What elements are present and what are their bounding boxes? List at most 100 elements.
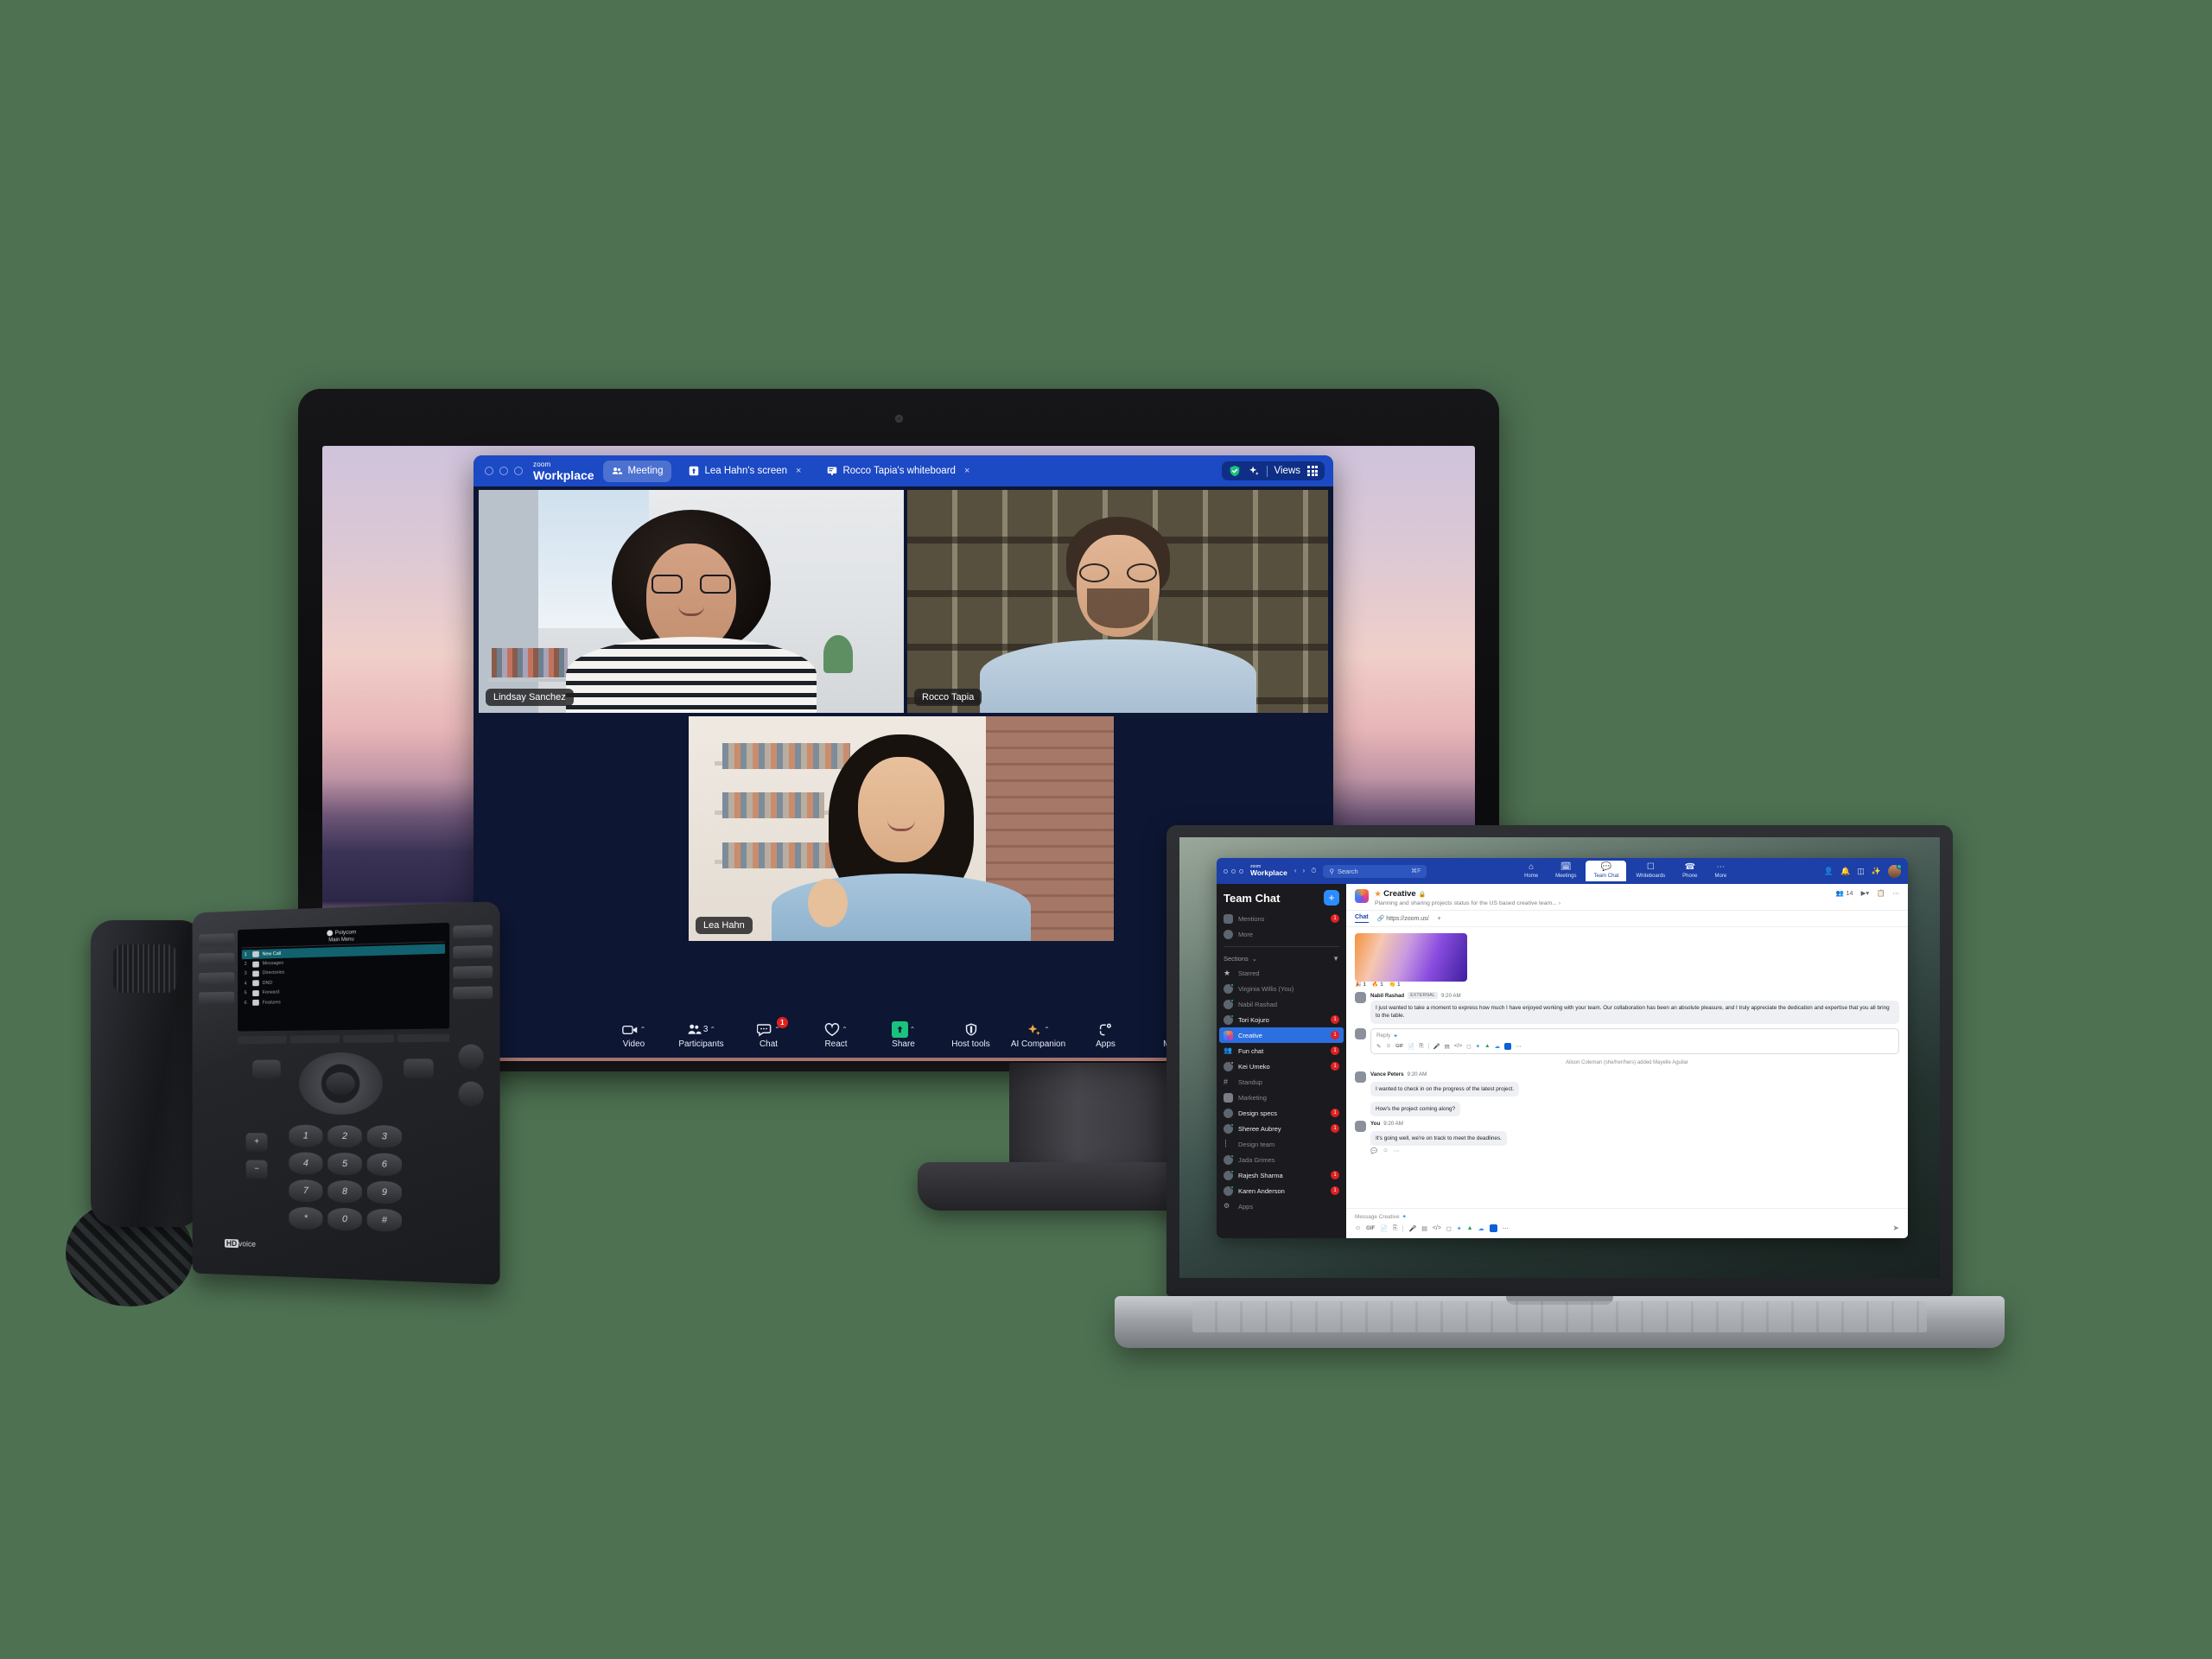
menu-item-team-chat[interactable]: 💬 Team Chat xyxy=(1586,861,1627,881)
toolbar-host-tools-button[interactable]: Host tools xyxy=(938,1021,1005,1049)
menu-item-whiteboards[interactable]: ☐ Whiteboards xyxy=(1628,861,1673,881)
more-dots-icon[interactable]: ⋯ xyxy=(1503,1225,1509,1232)
sidebar-item-design-team[interactable]: ┆ Design team xyxy=(1217,1136,1346,1152)
key-8[interactable]: 8 xyxy=(327,1179,362,1204)
nav-arrows[interactable]: ‹ › ⏱ xyxy=(1294,867,1317,875)
meeting-tab-shared-screen[interactable]: Lea Hahn's screen × xyxy=(680,461,810,481)
phone-right-buttons[interactable] xyxy=(458,1044,484,1118)
sidebar-sections-header[interactable]: Sections ⌄ ▼ xyxy=(1217,951,1346,965)
sidebar-item-sheree-aubrey[interactable]: Sheree Aubrey 1 xyxy=(1217,1121,1346,1136)
meeting-tab-meeting[interactable]: Meeting xyxy=(602,460,672,482)
chevron-down-icon[interactable]: ⌄ xyxy=(1252,955,1257,963)
key-6[interactable]: 6 xyxy=(366,1153,402,1177)
sidebar-item-fun-chat[interactable]: 👥 Fun chat 1 xyxy=(1217,1043,1346,1058)
phone-back-button[interactable] xyxy=(252,1059,281,1079)
speaker-button[interactable] xyxy=(458,1081,484,1107)
video-message-icon[interactable]: ▤ xyxy=(1421,1225,1427,1232)
volume-up-button[interactable]: + xyxy=(245,1133,268,1152)
dropbox-icon[interactable]: ☁ xyxy=(1495,1043,1501,1050)
expand-description-icon[interactable]: › xyxy=(1559,900,1560,906)
message-reactions[interactable]: 🎉 1 🔥 1 👏 1 xyxy=(1355,982,1899,988)
phone-keypad[interactable]: 1 2 3 4 5 6 7 8 9 * 0 # xyxy=(289,1124,402,1232)
share-screen-icon[interactable]: ◻ xyxy=(1446,1225,1452,1232)
audio-icon[interactable]: 🎤 xyxy=(1433,1043,1440,1050)
clipboard-icon[interactable]: 📋 xyxy=(1877,889,1885,897)
transfer-button[interactable] xyxy=(458,1044,484,1070)
filter-icon[interactable]: ▼ xyxy=(1332,955,1339,963)
tab-link[interactable]: 🔗 https://zoom.us/ xyxy=(1377,915,1429,922)
message-vance-peters[interactable]: Vance Peters 9:20 AM I wanted to check i… xyxy=(1355,1071,1899,1117)
audio-icon[interactable]: 🎤 xyxy=(1408,1225,1416,1232)
phone-volume-buttons[interactable]: + − xyxy=(245,1133,268,1187)
sidebar-item-virginia-willis[interactable]: Virginia Willis (You) xyxy=(1217,981,1346,996)
google-drive-icon[interactable]: ▲ xyxy=(1467,1225,1473,1231)
shield-check-icon[interactable] xyxy=(1229,465,1241,477)
menu-item-meetings[interactable]: 🗓 Meetings xyxy=(1548,861,1584,881)
chevron-up-icon[interactable]: ⌃ xyxy=(709,1026,715,1033)
sidebar-item-rajesh-sharma[interactable]: Rajesh Sharma 1 xyxy=(1217,1167,1346,1183)
key-2[interactable]: 2 xyxy=(327,1124,362,1148)
google-drive-icon[interactable]: ▲ xyxy=(1484,1043,1490,1049)
menu-item-home[interactable]: ⌂ Home xyxy=(1516,861,1546,881)
emoji-icon[interactable]: ☺ xyxy=(1385,1043,1391,1049)
reaction-item[interactable]: 🎉 1 xyxy=(1355,982,1366,988)
contacts-icon[interactable]: 👤 xyxy=(1824,867,1834,876)
key-4[interactable]: 4 xyxy=(289,1152,323,1175)
video-tile-lindsay-sanchez[interactable]: Lindsay Sanchez xyxy=(479,490,904,713)
chevron-up-icon[interactable]: ⌃ xyxy=(910,1026,916,1033)
chevron-up-icon[interactable]: ⌃ xyxy=(640,1026,646,1033)
gif-icon[interactable]: GIF xyxy=(1366,1226,1375,1231)
sidebar-item-design-specs[interactable]: Design specs 1 xyxy=(1217,1105,1346,1121)
meeting-tab-whiteboard[interactable]: Rocco Tapia's whiteboard × xyxy=(818,461,978,481)
file-icon[interactable]: 📄 xyxy=(1408,1043,1414,1050)
key-9[interactable]: 9 xyxy=(366,1180,402,1205)
video-message-icon[interactable]: ▤ xyxy=(1445,1043,1450,1050)
back-button[interactable]: ‹ xyxy=(1294,867,1297,875)
close-tab-button[interactable]: × xyxy=(964,466,969,476)
video-tile-lea-hahn[interactable]: Lea Hahn xyxy=(689,716,1114,941)
add-tab-button[interactable]: + xyxy=(1438,916,1441,922)
key-7[interactable]: 7 xyxy=(289,1179,323,1203)
sidebar-item-nabil-rashad[interactable]: Nabil Rashad xyxy=(1217,996,1346,1012)
message-image[interactable]: 🎉 1 🔥 1 👏 1 xyxy=(1355,933,1899,988)
share-screen-icon[interactable]: ◻ xyxy=(1466,1043,1471,1050)
more-dots-icon[interactable]: ⋯ xyxy=(1893,889,1900,897)
reply-composer[interactable]: Reply ✦ ✎ ☺ GIF 📄 ⎘ 🎤 ▤ </> ◻ ✦ ▲ ☁ ⋯ xyxy=(1355,1027,1899,1054)
toolbar-ai-companion-button[interactable]: ⌃ AI Companion xyxy=(1005,1021,1072,1049)
dropbox-icon[interactable]: ☁ xyxy=(1478,1225,1484,1232)
clock-icon[interactable]: ⏱ xyxy=(1311,867,1316,875)
phone-home-button[interactable] xyxy=(404,1058,434,1078)
message-list[interactable]: 🎉 1 🔥 1 👏 1 Nabil Rashad EXTERNAL 9:20 A… xyxy=(1346,927,1908,1208)
volume-down-button[interactable]: − xyxy=(245,1160,268,1179)
sidebar-item-marketing[interactable]: Marketing xyxy=(1217,1090,1346,1105)
chevron-up-icon[interactable]: ⌃ xyxy=(1044,1026,1050,1033)
sidebar-item-starred[interactable]: ★ Starred xyxy=(1217,965,1346,981)
toolbar-react-button[interactable]: ⌃ React xyxy=(803,1021,870,1049)
message-composer[interactable]: Message Creative ✦ ☺ GIF 📄 ⎘ 🎤 ▤ </> ◻ ✦… xyxy=(1346,1208,1908,1238)
reaction-item[interactable]: 🔥 1 xyxy=(1372,982,1383,988)
bell-icon[interactable]: 🔔 xyxy=(1840,867,1850,876)
sidebar-item-mentions[interactable]: Mentions 1 xyxy=(1217,911,1346,926)
sparkle-icon[interactable]: ✦ xyxy=(1402,1213,1407,1220)
box-icon[interactable] xyxy=(1489,1224,1497,1232)
nav-ok-button[interactable] xyxy=(326,1071,355,1096)
meet-button[interactable]: ▶▾ xyxy=(1861,889,1870,897)
format-icon[interactable]: ✎ xyxy=(1376,1043,1381,1050)
reply-icon[interactable]: 💬 xyxy=(1370,1147,1377,1154)
phone-softkeys[interactable] xyxy=(238,1033,450,1045)
zoom-apps-icon[interactable]: ✦ xyxy=(1476,1043,1480,1050)
key-star[interactable]: * xyxy=(289,1206,323,1230)
key-pound[interactable]: # xyxy=(366,1208,402,1232)
reply-input[interactable]: Reply ✦ ✎ ☺ GIF 📄 ⎘ 🎤 ▤ </> ◻ ✦ ▲ ☁ ⋯ xyxy=(1370,1027,1899,1054)
views-button[interactable]: Views xyxy=(1274,466,1300,476)
grid-icon[interactable] xyxy=(1307,466,1318,476)
window-controls[interactable] xyxy=(1224,868,1243,874)
sidebar-item-jada-grimes[interactable]: Jada Grimes xyxy=(1217,1152,1346,1167)
image-attachment[interactable] xyxy=(1355,933,1467,982)
chevron-up-icon[interactable]: ⌃ xyxy=(842,1026,848,1033)
key-5[interactable]: 5 xyxy=(327,1152,362,1176)
ai-companion-sparkle-icon[interactable] xyxy=(1248,465,1260,477)
key-0[interactable]: 0 xyxy=(327,1207,362,1231)
sidebar-item-more[interactable]: More xyxy=(1217,926,1346,942)
code-icon[interactable]: </> xyxy=(1433,1225,1441,1231)
